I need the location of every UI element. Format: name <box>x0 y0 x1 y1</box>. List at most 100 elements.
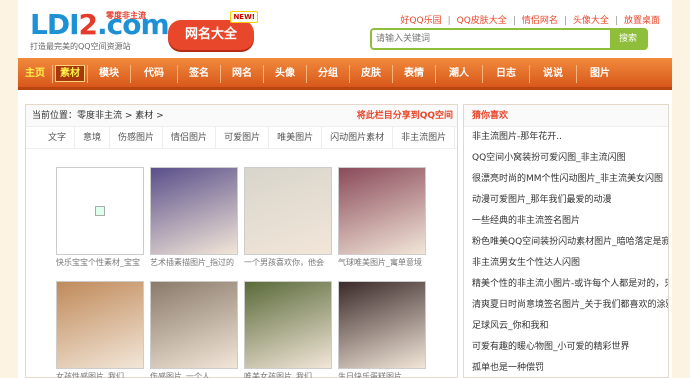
thumb-caption[interactable]: 生日快乐蛋糕图片 <box>338 371 426 378</box>
thumb-caption[interactable]: 气球唯美图片_寓单意境 <box>338 257 426 268</box>
nav-label: 图片 <box>590 68 610 79</box>
sidebar-link[interactable]: 一些经典的非主流签名图片 <box>472 211 668 232</box>
category-tab[interactable]: 非主流图片 <box>393 127 456 149</box>
nav-item[interactable]: 主页 <box>18 58 52 90</box>
nav-item[interactable]: 日志 <box>483 58 529 90</box>
sidebar-link[interactable]: 清爽夏日时尚意境签名图片_关于我们都喜欢的涂鸦不许 <box>472 295 668 316</box>
nav-label: 说说 <box>543 68 563 79</box>
thumb-item[interactable]: 生日快乐蛋糕图片 <box>338 281 426 378</box>
category-tab[interactable]: 可爱图片 <box>216 127 270 149</box>
nav-label: 日志 <box>496 68 516 79</box>
logo-slogan: 零度非主流 <box>106 11 146 20</box>
sidebar-title: 猜你喜欢 <box>464 105 668 127</box>
sidebar-link[interactable]: QQ空间小窝装扮可爱闪图_非主流闪图 <box>472 148 668 169</box>
sidebar-link[interactable]: 非主流图片-那年花开.. <box>472 127 668 148</box>
sidebar-link[interactable]: 动漫可爱图片_那年我们最爱的动漫 <box>472 190 668 211</box>
search-input[interactable] <box>372 30 608 48</box>
content-panel: 当前位置：零度非主流 > 素材 > 将此栏目分享到QQ空间 文字 意境 伤感图片 情侣… <box>25 104 458 378</box>
logo-subtitle: 打造最完美的QQ空间资源站 <box>30 42 131 51</box>
nav-item[interactable]: 分组 <box>307 58 349 90</box>
thumb-image[interactable] <box>150 281 238 369</box>
thumb-caption[interactable]: 唯美女孩图片_我们 <box>244 371 332 378</box>
top-links: 好QQ乐园 | QQ皮肤大全 | 情侣网名 | 头像大全 | 放置桌面 <box>400 16 660 26</box>
sidebar-link[interactable]: 孤单也是一种偿罚 <box>472 358 668 378</box>
thumb-caption[interactable]: 艺术插素描图片_指过的 <box>150 257 238 268</box>
thumb-image[interactable] <box>244 281 332 369</box>
search-box: 搜索 <box>370 28 648 50</box>
sidebar-link[interactable]: 很漂亮时尚的MM个性闪动图片_非主流美女闪图 <box>472 169 668 190</box>
nav-item[interactable]: 签名 <box>178 58 220 90</box>
thumb-item[interactable]: 艺术插素描图片_指过的 <box>150 167 238 268</box>
wangming-badge[interactable]: 网名大全 NEW! <box>168 11 258 50</box>
thumb-item[interactable]: 伤感图片_一个人 <box>150 281 238 378</box>
logo-text-2: 2 <box>78 8 99 41</box>
toplink[interactable]: QQ皮肤大全 <box>457 16 507 26</box>
thumb-item[interactable]: 快乐宝宝个性素材_宝宝 <box>56 167 144 268</box>
nav-item[interactable]: 素材 <box>53 58 87 90</box>
thumb-item[interactable]: 气球唯美图片_寓单意境 <box>338 167 426 268</box>
nav-item[interactable]: 说说 <box>530 58 576 90</box>
category-tab[interactable]: 伤感图片 <box>110 127 164 149</box>
toplink[interactable]: 情侣网名 <box>522 16 558 26</box>
nav-item[interactable]: 表情 <box>393 58 435 90</box>
thumb-image[interactable] <box>338 281 426 369</box>
thumb-caption[interactable]: 女孩性感图片_我们 <box>56 371 144 378</box>
nav-label: 网名 <box>232 68 252 79</box>
nav-label: 分组 <box>318 68 338 79</box>
thumb-item[interactable]: 女孩性感图片_我们 <box>56 281 144 378</box>
thumb-item[interactable]: 一个男孩喜欢你，他会 <box>244 167 332 268</box>
nav-label: 签名 <box>189 68 209 79</box>
sidebar: 猜你喜欢 非主流图片-那年花开.. QQ空间小窝装扮可爱闪图_非主流闪图 很漂亮时尚… <box>463 104 669 378</box>
thumb-image[interactable] <box>244 167 332 255</box>
thumb-caption[interactable]: 快乐宝宝个性素材_宝宝 <box>56 257 144 268</box>
site-logo[interactable]: LDI2.com 零度非主流 打造最完美的QQ空间资源站 <box>30 8 170 54</box>
thumb-image[interactable] <box>338 167 426 255</box>
nav-label: 模块 <box>99 68 119 79</box>
page: LDI2.com 零度非主流 打造最完美的QQ空间资源站 网名大全 NEW! 好Q… <box>18 0 672 378</box>
category-tab[interactable]: 闪动图片素材 <box>322 127 394 149</box>
sidebar-link[interactable]: 可爱有趣的暖心物图_小可爱的精彩世界 <box>472 337 668 358</box>
share-link[interactable]: 将此栏目分享到QQ空间 <box>357 105 453 127</box>
nav-label: 主页 <box>25 68 45 79</box>
main-nav: 主页 素材 模块 代码 签名 网名 头像 分组 皮肤 表情 潮人 日志 说说 图片 <box>18 58 672 90</box>
badge-label: 网名大全 <box>184 27 237 42</box>
category-tab[interactable]: 文字 <box>40 127 76 149</box>
thumb-caption[interactable]: 伤感图片_一个人 <box>150 371 238 378</box>
nav-item[interactable]: 头像 <box>264 58 306 90</box>
category-tab[interactable]: 意境 <box>75 127 111 149</box>
nav-item[interactable]: 图片 <box>577 58 623 90</box>
new-tag: NEW! <box>230 11 258 23</box>
sidebar-link[interactable]: 精美个性的非主流小图片-或许每个人都是对的，只有 <box>472 274 668 295</box>
broken-image-icon <box>95 206 105 216</box>
thumb-caption[interactable]: 一个男孩喜欢你，他会 <box>244 257 332 268</box>
breadcrumb-text[interactable]: 当前位置：零度非主流 > 素材 > <box>32 111 164 121</box>
nav-label: 头像 <box>275 68 295 79</box>
search-button[interactable]: 搜索 <box>610 30 646 48</box>
nav-label: 皮肤 <box>361 68 381 79</box>
sidebar-link[interactable]: 非主流男女生个性达人闪图 <box>472 253 668 274</box>
sidebar-link[interactable]: 粉色唯美QQ空间装扮闪动素材图片_暗哈落定是寂寞 <box>472 232 668 253</box>
nav-label: 潮人 <box>449 68 469 79</box>
thumb-image[interactable] <box>150 167 238 255</box>
nav-label: 表情 <box>404 68 424 79</box>
nav-label: 素材 <box>55 65 85 82</box>
thumb-image[interactable] <box>56 167 144 255</box>
nav-item[interactable]: 潮人 <box>436 58 482 90</box>
category-tabs: 文字 意境 伤感图片 情侣图片 可爱图片 唯美图片 闪动图片素材 非主流图片 <box>26 127 457 149</box>
category-tab[interactable]: 情侣图片 <box>163 127 217 149</box>
nav-label: 代码 <box>144 68 164 79</box>
toplink[interactable]: 头像大全 <box>573 16 609 26</box>
sidebar-list: 非主流图片-那年花开.. QQ空间小窝装扮可爱闪图_非主流闪图 很漂亮时尚的MM个性… <box>464 127 668 378</box>
sidebar-link[interactable]: 足球风云_你和我和 <box>472 316 668 337</box>
nav-item[interactable]: 网名 <box>221 58 263 90</box>
nav-item[interactable]: 代码 <box>131 58 177 90</box>
thumb-image[interactable] <box>56 281 144 369</box>
logo-text: LDI <box>30 8 80 41</box>
nav-item[interactable]: 皮肤 <box>350 58 392 90</box>
toplink[interactable]: 放置桌面 <box>624 16 660 26</box>
toplink[interactable]: 好QQ乐园 <box>400 16 441 26</box>
breadcrumb: 当前位置：零度非主流 > 素材 > 将此栏目分享到QQ空间 <box>26 105 457 127</box>
nav-item[interactable]: 模块 <box>88 58 130 90</box>
thumb-item[interactable]: 唯美女孩图片_我们 <box>244 281 332 378</box>
category-tab[interactable]: 唯美图片 <box>269 127 323 149</box>
